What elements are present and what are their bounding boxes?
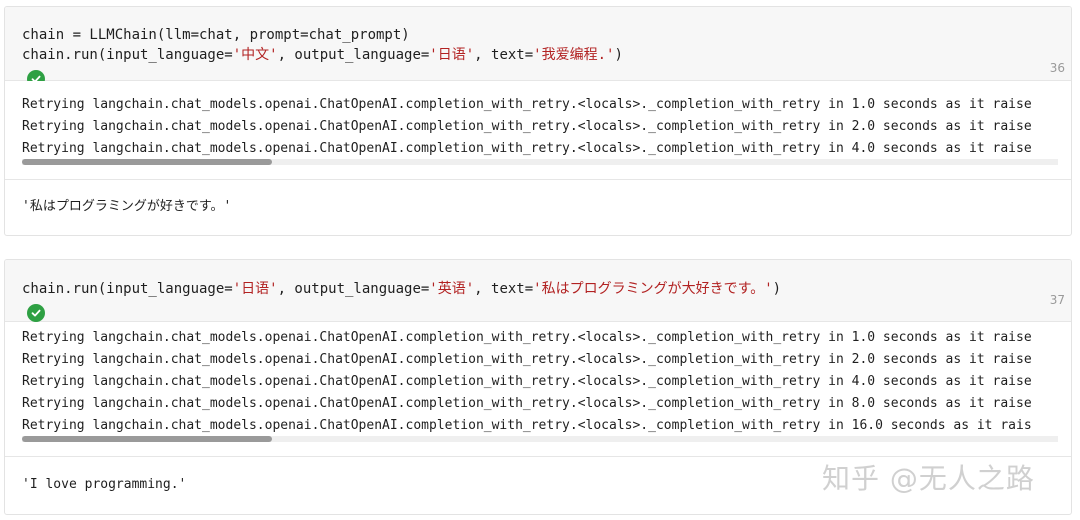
code-text: chain.run(input_language=	[22, 281, 233, 297]
horizontal-scrollbar[interactable]	[22, 436, 1058, 442]
scrollbar-thumb[interactable]	[22, 159, 272, 165]
cell-result: '私はプログラミングが好きです。'	[5, 179, 1071, 235]
result-text: '私はプログラミングが好きです。'	[22, 199, 232, 214]
string-literal: '私はプログラミングが大好きです。'	[533, 281, 773, 297]
zhihu-watermark: 知乎 @无人之路	[822, 462, 1035, 495]
horizontal-scrollbar[interactable]	[22, 159, 1058, 165]
stderr-output[interactable]: Retrying langchain.chat_models.openai.Ch…	[5, 322, 1071, 456]
scrollbar-thumb[interactable]	[22, 436, 272, 442]
code-text: chain.run(input_language=	[22, 47, 233, 63]
code-text: , text=	[474, 47, 534, 63]
result-text: 'I love programming.'	[22, 477, 187, 492]
log-line: Retrying langchain.chat_models.openai.Ch…	[22, 396, 1032, 411]
code-line: chain.run(input_language='日语', output_la…	[22, 279, 781, 299]
log-line: Retrying langchain.chat_models.openai.Ch…	[22, 97, 1032, 112]
log-line: Retrying langchain.chat_models.openai.Ch…	[22, 352, 1032, 367]
code-text: )	[614, 47, 623, 63]
string-literal: '日语'	[232, 281, 278, 297]
code-text: )	[772, 281, 782, 297]
execution-count: 36	[1049, 61, 1065, 75]
string-literal: '中文'	[232, 47, 278, 63]
code-input[interactable]: chain.run(input_language='日语', output_la…	[5, 260, 1071, 322]
code-input[interactable]: chain = LLMChain(llm=chat, prompt=chat_p…	[5, 7, 1071, 88]
log-line: Retrying langchain.chat_models.openai.Ch…	[22, 374, 1032, 389]
execution-count: 37	[1049, 293, 1065, 307]
log-line: Retrying langchain.chat_models.openai.Ch…	[22, 418, 1032, 433]
string-literal: '我爱编程.'	[533, 47, 615, 63]
code-line: chain.run(input_language='中文', output_la…	[22, 45, 623, 65]
code-text: , text=	[474, 281, 534, 297]
code-text: chain = LLMChain(llm=chat, prompt=chat_p…	[22, 27, 410, 43]
check-circle-icon	[27, 304, 45, 322]
log-line: Retrying langchain.chat_models.openai.Ch…	[22, 330, 1032, 345]
notebook-cell-36[interactable]: chain = LLMChain(llm=chat, prompt=chat_p…	[4, 6, 1072, 236]
log-line: Retrying langchain.chat_models.openai.Ch…	[22, 119, 1032, 134]
code-text: , output_language=	[277, 47, 430, 63]
string-literal: '英语'	[429, 281, 475, 297]
log-line: Retrying langchain.chat_models.openai.Ch…	[22, 141, 1032, 156]
code-text: , output_language=	[277, 281, 430, 297]
stderr-output[interactable]: Retrying langchain.chat_models.openai.Ch…	[5, 81, 1071, 179]
code-line: chain = LLMChain(llm=chat, prompt=chat_p…	[22, 25, 410, 45]
string-literal: '日语'	[429, 47, 475, 63]
